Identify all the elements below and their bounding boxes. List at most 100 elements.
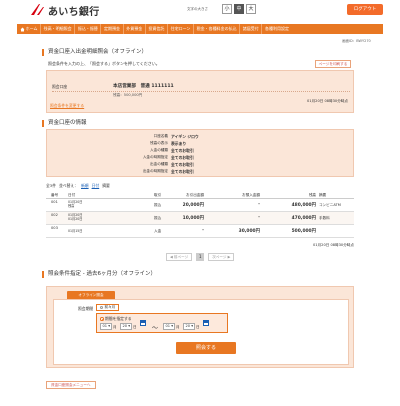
nav-item-housing-loan[interactable]: 住宅ローン [168,24,195,34]
font-size-large-button[interactable]: 大 [246,4,256,14]
next-page-button[interactable]: 次ページ ▶ [208,253,235,261]
column-header: 番号 [51,193,59,197]
font-size-small-button[interactable]: 小 [222,4,232,14]
row-withdrawal: 10,000円 [182,216,204,221]
nav-item-investment[interactable]: 投資信託 [146,24,169,34]
row-number: 003 [51,226,58,230]
nav-item-tax-payment[interactable]: 税金・各種料金の払込 [194,24,241,34]
row-deposit: - [258,215,260,220]
radio-date-range[interactable]: 期間を指定する [100,316,132,322]
info-row: 口座名義 アイギン ジロウ [47,134,353,141]
to-day-select[interactable]: 20 [183,323,195,330]
info-label: 残高の表示 [150,141,168,145]
info-value: 全てのお取引 [171,169,194,174]
sort-date-link[interactable]: 日付 [92,183,100,189]
as-of-timestamp: 01月20日 08時30分時点 [307,99,348,103]
info-row: 入金の時期指定 全てのお取引 [47,155,353,162]
print-page-button[interactable]: ページを印刷する [315,60,351,68]
row-kind: 振込 [154,203,162,207]
unit-month: 月 [113,325,117,329]
balance-text: 残高：500,000円 [113,93,143,97]
account-value: 本店営業部 普通 1111111 [113,84,174,89]
account-info-box: 口座名義 アイギン ジロウ 残高の表示 表示あり 入金の種類 全てのお取引 入金… [46,129,354,177]
table-row: 003 01月15日 入金 - 30,000円 500,000円 [46,225,354,238]
info-label: 入金の種類 [150,148,168,152]
from-day-select[interactable]: 20 [120,323,132,330]
instruction-text: 照会条件を入力の上、「照会する」ボタンを押してください。 [48,61,160,66]
radio-icon [100,306,103,309]
row-number: 001 [51,200,58,204]
column-header: 日付 [68,193,76,197]
result-count: 全3件 [46,183,57,188]
calendar-icon[interactable] [140,320,146,326]
change-conditions-link[interactable]: 照会条件を変更する [50,103,84,109]
to-month-select[interactable]: 01 [163,323,175,330]
unit-day: 日 [133,325,137,329]
row-withdrawal: 20,000円 [182,203,204,208]
row-balance: 500,000円 [291,229,316,234]
radio-prev-month[interactable]: 前々月 [96,304,120,311]
row-date: 01月15日 [68,229,83,233]
info-value: アイギン ジロウ [171,134,199,139]
radio-selected-icon [100,317,104,321]
row-date: 01月20日 残高 [68,200,83,208]
info-row: 入金の種類 全てのお取引 [47,148,353,155]
next-page-label: 次ページ [212,255,227,259]
info-row: 出金の種類 全てのお取引 [47,162,353,169]
submit-button[interactable]: 照会する [176,342,236,354]
info-row: 残高の表示 表示あり [47,141,353,148]
tab-offline[interactable]: オフライン照会 [67,291,115,299]
unit-month: 月 [176,325,180,329]
section-title-account-info: 資金口座の情報 [42,120,87,127]
filter-label[interactable]: 摘要 [102,183,110,189]
info-value: 全てのお取引 [171,162,194,167]
sort-label: 並べ替え： [59,183,78,188]
period-form-body: 照会期間 前々月 期間を指定する 01 月 20 日 〜 01 月 20 日 照… [53,299,349,365]
sort-newest-link[interactable]: 新順 [81,183,89,189]
nav-item-notifications[interactable]: 諸届受付 [240,24,263,34]
logout-button[interactable]: ログアウト [347,4,383,15]
row-kind: 振込 [154,216,162,220]
row-withdrawal: - [202,228,204,233]
row-kind: 入金 [154,229,162,233]
column-header: 摘要 [319,193,327,197]
info-label: 口座名義 [153,134,168,138]
font-size-medium-button[interactable]: 中 [234,4,244,14]
period-label: 照会期間 [78,306,94,311]
period-form: オフライン照会 照会期間 前々月 期間を指定する 01 月 20 日 〜 01 … [46,286,354,368]
back-to-menu-button[interactable]: 資金口座照会メニューへ [46,381,96,389]
calendar-icon[interactable] [203,320,209,326]
current-page: 1 [196,253,205,261]
table-row: 001 01月20日 残高 振込 20,000円 - 480,000円 コンビニ… [46,199,354,212]
column-header: お預入金額 [242,193,260,197]
info-value: 全てのお取引 [171,148,194,153]
info-value: 全てのお取引 [171,155,194,160]
row-balance: 480,000円 [291,203,316,208]
transactions-table: 番号 日付 取引 お引出金額 お預入金額 残高 摘要 001 01月20日 残高… [46,192,354,238]
account-label: 照会口座 [52,84,68,89]
nav-item-settings[interactable]: 各種利用設定 [262,24,291,34]
bank-name: あいち銀行 [48,7,100,18]
row-deposit: 30,000円 [238,229,260,234]
font-size-label: 文字の大きさ [187,7,208,11]
radio-label: 期間を指定する [105,316,132,321]
info-label: 出金の時期指定 [142,169,168,173]
nav-item-balance[interactable]: 残高・明細照会 [41,24,76,34]
table-row: 002 01月20日 01月20日 振込 10,000円 - 470,000円 … [46,212,354,225]
section-title-period: 照会条件指定 - 過去6ヶ月分（オフライン） [42,271,156,278]
prev-page-button[interactable]: ◀ 前ページ [166,253,193,261]
list-tools: 全3件 並べ替え： 新順 日付 摘要 [46,183,110,189]
column-header: お引出金額 [186,193,204,197]
nav-item-home[interactable]: ホーム [17,24,42,34]
nav-item-foreign-deposit[interactable]: 外貨預金 [124,24,146,34]
date-range-box: 期間を指定する 01 月 20 日 〜 01 月 20 日 [96,313,228,333]
nav-item-time-deposit[interactable]: 定期預金 [101,24,124,34]
info-row: 出金の時期指定 全てのお取引 [47,169,353,176]
info-value: 表示あり [171,141,187,146]
from-month-select[interactable]: 01 [100,323,112,330]
pagination: ◀ 前ページ 1 次ページ ▶ [166,253,235,261]
table-as-of-timestamp: 01月20日 08時30分時点 [313,243,354,247]
prev-page-label: 前ページ [173,255,189,259]
nav-item-transfer[interactable]: 振込・振替 [75,24,102,34]
row-date: 01月20日 01月20日 [68,213,83,221]
